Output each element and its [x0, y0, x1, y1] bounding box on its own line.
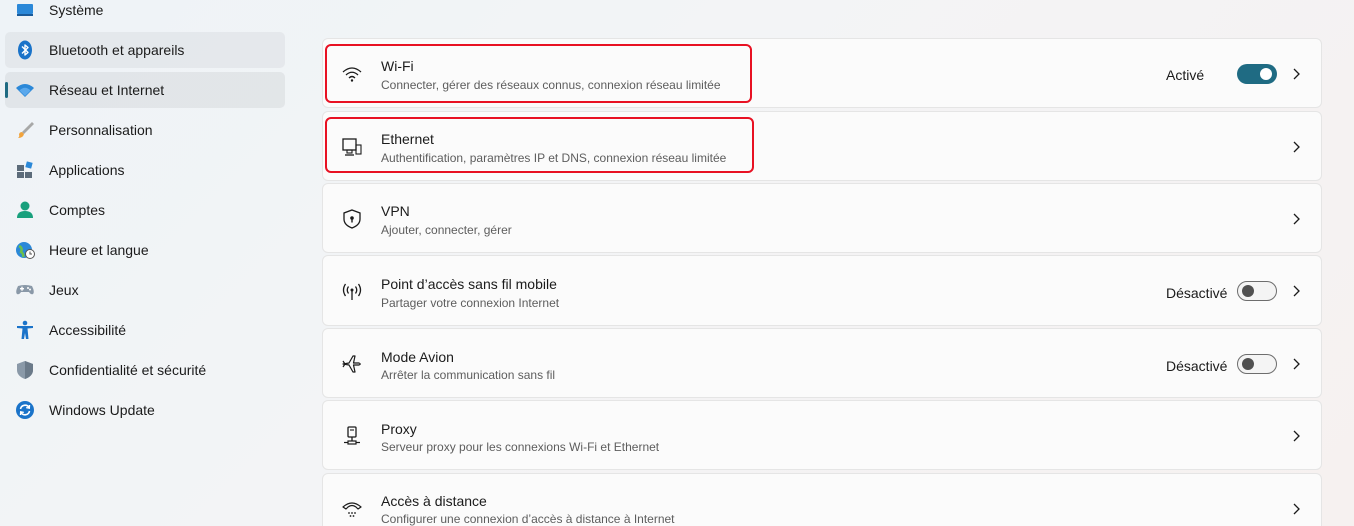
card-proxy[interactable]: Proxy Serveur proxy pour les connexions …: [322, 400, 1322, 470]
sidebar-item-jeux[interactable]: Jeux: [5, 272, 285, 308]
chevron-right-icon: [1291, 357, 1301, 371]
card-title: Proxy: [381, 421, 417, 437]
display-icon: [15, 0, 35, 20]
sidebar-item-accessibilite[interactable]: Accessibilité: [5, 312, 285, 348]
sidebar-item-label: Bluetooth et appareils: [49, 42, 185, 58]
chevron-right-icon: [1291, 140, 1301, 154]
card-title: Point d’accès sans fil mobile: [381, 276, 557, 292]
card-subtitle: Serveur proxy pour les connexions Wi-Fi …: [381, 440, 660, 454]
card-subtitle: Partager votre connexion Internet: [381, 296, 560, 310]
card-subtitle: Authentification, paramètres IP et DNS, …: [381, 151, 727, 165]
sidebar-item-personnalisation[interactable]: Personnalisation: [5, 112, 285, 148]
wifi-icon: [341, 63, 363, 85]
toggle-state-label: Activé: [1166, 67, 1205, 83]
card-title: Mode Avion: [381, 349, 454, 365]
card-title: Accès à distance: [381, 493, 487, 509]
card-subtitle: Connecter, gérer des réseaux connus, con…: [381, 78, 721, 92]
sidebar-item-label: Jeux: [49, 282, 79, 298]
sidebar-item-label: Windows Update: [49, 402, 155, 418]
card-subtitle: Configurer une connexion d’accès à dista…: [381, 512, 675, 526]
card-subtitle: Ajouter, connecter, gérer: [381, 223, 512, 237]
chevron-right-icon: [1291, 429, 1301, 443]
sidebar-item-label: Heure et langue: [49, 242, 149, 258]
sidebar-item-label: Accessibilité: [49, 322, 127, 338]
person-icon: [15, 200, 35, 220]
toggle-state-label: Désactivé: [1166, 285, 1228, 301]
chevron-right-icon: [1291, 284, 1301, 298]
wifi-toggle[interactable]: [1237, 64, 1277, 84]
sidebar-item-label: Applications: [49, 162, 125, 178]
ethernet-icon: [341, 136, 363, 158]
sidebar-item-label: Système: [49, 2, 104, 18]
chevron-right-icon: [1291, 212, 1301, 226]
shield-icon: [15, 360, 35, 380]
globe-clock-icon: [15, 240, 35, 260]
dial-up-icon: [341, 498, 363, 520]
hotspot-icon: [341, 281, 363, 303]
airplane-icon: [341, 353, 363, 375]
sidebar-item-comptes[interactable]: Comptes: [5, 192, 285, 228]
sidebar-item-reseau[interactable]: Réseau et Internet: [5, 72, 285, 108]
apps-icon: [15, 160, 35, 180]
sidebar-item-label: Personnalisation: [49, 122, 153, 138]
sidebar-item-heure-langue[interactable]: Heure et langue: [5, 232, 285, 268]
airplane-toggle[interactable]: [1237, 354, 1277, 374]
card-title: VPN: [381, 203, 410, 219]
chevron-right-icon: [1291, 67, 1301, 81]
sidebar-item-label: Réseau et Internet: [49, 82, 165, 98]
sidebar-item-windows-update[interactable]: Windows Update: [5, 392, 285, 428]
toggle-state-label: Désactivé: [1166, 358, 1228, 374]
card-airplane-mode[interactable]: Mode Avion Arrêter la communication sans…: [322, 328, 1322, 398]
brush-icon: [15, 120, 35, 140]
card-wifi[interactable]: Wi-Fi Connecter, gérer des réseaux connu…: [322, 38, 1322, 108]
sidebar-item-applications[interactable]: Applications: [5, 152, 285, 188]
card-hotspot[interactable]: Point d’accès sans fil mobile Partager v…: [322, 255, 1322, 326]
card-vpn[interactable]: VPN Ajouter, connecter, gérer: [322, 183, 1322, 253]
update-icon: [15, 400, 35, 420]
sidebar-nav: Système Bluetooth et appareils Réseau et…: [0, 0, 290, 526]
hotspot-toggle[interactable]: [1237, 281, 1277, 301]
accessibility-icon: [15, 320, 35, 340]
gamepad-icon: [15, 280, 35, 300]
chevron-right-icon: [1291, 502, 1301, 516]
shield-lock-icon: [341, 208, 363, 230]
scrollbar[interactable]: [1350, 0, 1354, 526]
card-ethernet[interactable]: Ethernet Authentification, paramètres IP…: [322, 111, 1322, 181]
card-subtitle: Arrêter la communication sans fil: [381, 368, 556, 382]
sidebar-item-systeme[interactable]: Système: [5, 0, 285, 28]
sidebar-item-bluetooth[interactable]: Bluetooth et appareils: [5, 32, 285, 68]
bluetooth-icon: [15, 40, 35, 60]
wifi-icon: [15, 80, 35, 100]
sidebar-item-label: Confidentialité et sécurité: [49, 362, 207, 378]
card-title: Wi-Fi: [381, 58, 414, 74]
sidebar-item-label: Comptes: [49, 202, 106, 218]
card-title: Ethernet: [381, 131, 434, 147]
sidebar-item-confidentialite[interactable]: Confidentialité et sécurité: [5, 352, 285, 388]
card-dial-up[interactable]: Accès à distance Configurer une connexio…: [322, 473, 1322, 526]
proxy-icon: [341, 425, 363, 447]
